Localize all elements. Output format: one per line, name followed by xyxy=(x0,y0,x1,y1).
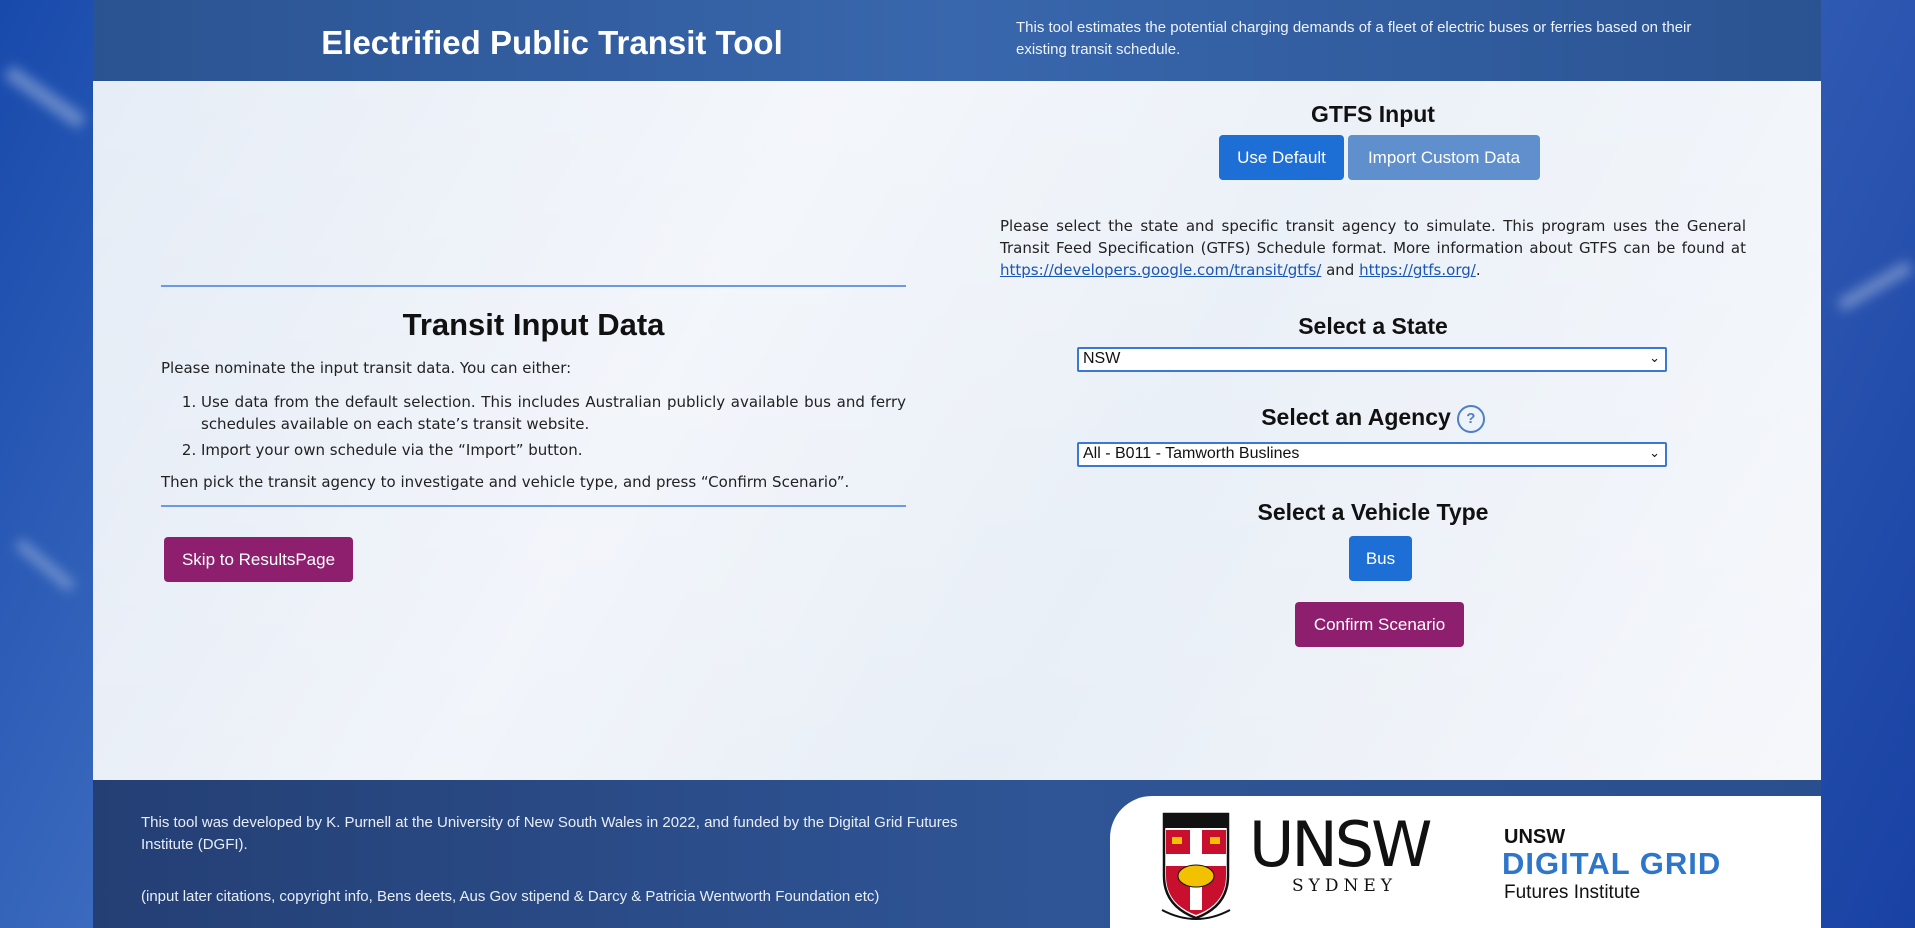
skip-to-results-button[interactable]: Skip to ResultsPage xyxy=(164,537,353,582)
gtfs-buttons: Use Default Import Custom Data xyxy=(1219,135,1540,180)
page-title: Electrified Public Transit Tool xyxy=(321,24,783,61)
gtfs-input-title: GTFS Input xyxy=(1311,101,1435,127)
unsw-wordmark: UNSW xyxy=(1249,808,1432,881)
use-default-button[interactable]: Use Default xyxy=(1219,135,1344,180)
bus-vehicle-button[interactable]: Bus xyxy=(1349,536,1412,581)
transit-input-intro: Please nominate the input transit data. … xyxy=(161,359,572,377)
header: Electrified Public Transit Tool This too… xyxy=(93,0,1821,81)
select-vehicle-title: Select a Vehicle Type xyxy=(1257,499,1489,525)
list-item: Import your own schedule via the “Import… xyxy=(201,439,906,461)
chevron-down-icon: ⌄ xyxy=(1649,445,1660,460)
confirm-scenario-button[interactable]: Confirm Scenario xyxy=(1295,602,1464,647)
transit-input-card: Transit Input Data Please nominate the i… xyxy=(161,285,906,507)
gtfs-org-link[interactable]: https://gtfs.org/ xyxy=(1359,261,1476,279)
logo-panel: UNSW SYDNEY UNSW DIGITAL GRID Futures In… xyxy=(1110,796,1821,928)
dgfi-logo-bottom: Futures Institute xyxy=(1504,882,1641,903)
footer-note: (input later citations, copyright info, … xyxy=(141,888,880,905)
transit-input-outro: Then pick the transit agency to investig… xyxy=(161,473,850,491)
gtfs-description-text: Please select the state and specific tra… xyxy=(1000,217,1746,257)
state-select[interactable]: NSW ⌄ xyxy=(1077,347,1667,372)
divider-bottom xyxy=(161,505,906,507)
select-agency-title: Select an Agency? xyxy=(993,404,1753,433)
period-text: . xyxy=(1475,261,1481,279)
page-container: Electrified Public Transit Tool This too… xyxy=(93,0,1821,928)
help-icon[interactable]: ? xyxy=(1456,404,1485,433)
unsw-crest-logo xyxy=(1161,812,1231,920)
import-custom-data-button[interactable]: Import Custom Data xyxy=(1348,135,1540,180)
chevron-down-icon: ⌄ xyxy=(1649,350,1660,365)
divider-top xyxy=(161,285,906,287)
footer: This tool was developed by K. Purnell at… xyxy=(93,780,1821,928)
select-agency-label: Select an Agency xyxy=(1261,404,1451,430)
background-stripe xyxy=(14,538,76,592)
and-text: and xyxy=(1321,261,1360,279)
select-state-title: Select a State xyxy=(1298,313,1448,339)
google-gtfs-link[interactable]: https://developers.google.com/transit/gt… xyxy=(1000,261,1321,279)
dgfi-logo-main: DIGITAL GRID xyxy=(1502,846,1722,881)
agency-select[interactable]: All - B011 - Tamworth Buslines ⌄ xyxy=(1077,442,1667,467)
background-stripe xyxy=(1837,260,1913,312)
sydney-wordmark: SYDNEY xyxy=(1292,876,1398,896)
transit-input-title: Transit Input Data xyxy=(402,307,665,342)
list-item: Use data from the default selection. Thi… xyxy=(201,391,906,435)
agency-select-value: All - B011 - Tamworth Buslines xyxy=(1083,445,1300,462)
background-stripe xyxy=(4,65,86,129)
transit-input-list: Use data from the default selection. Thi… xyxy=(161,391,906,461)
main-content: Transit Input Data Please nominate the i… xyxy=(93,81,1821,780)
footer-credit: This tool was developed by K. Purnell at… xyxy=(141,814,958,853)
state-select-value: NSW xyxy=(1083,350,1121,367)
gtfs-description: Please select the state and specific tra… xyxy=(1000,215,1746,281)
header-description: This tool estimates the potential chargi… xyxy=(1016,19,1692,58)
